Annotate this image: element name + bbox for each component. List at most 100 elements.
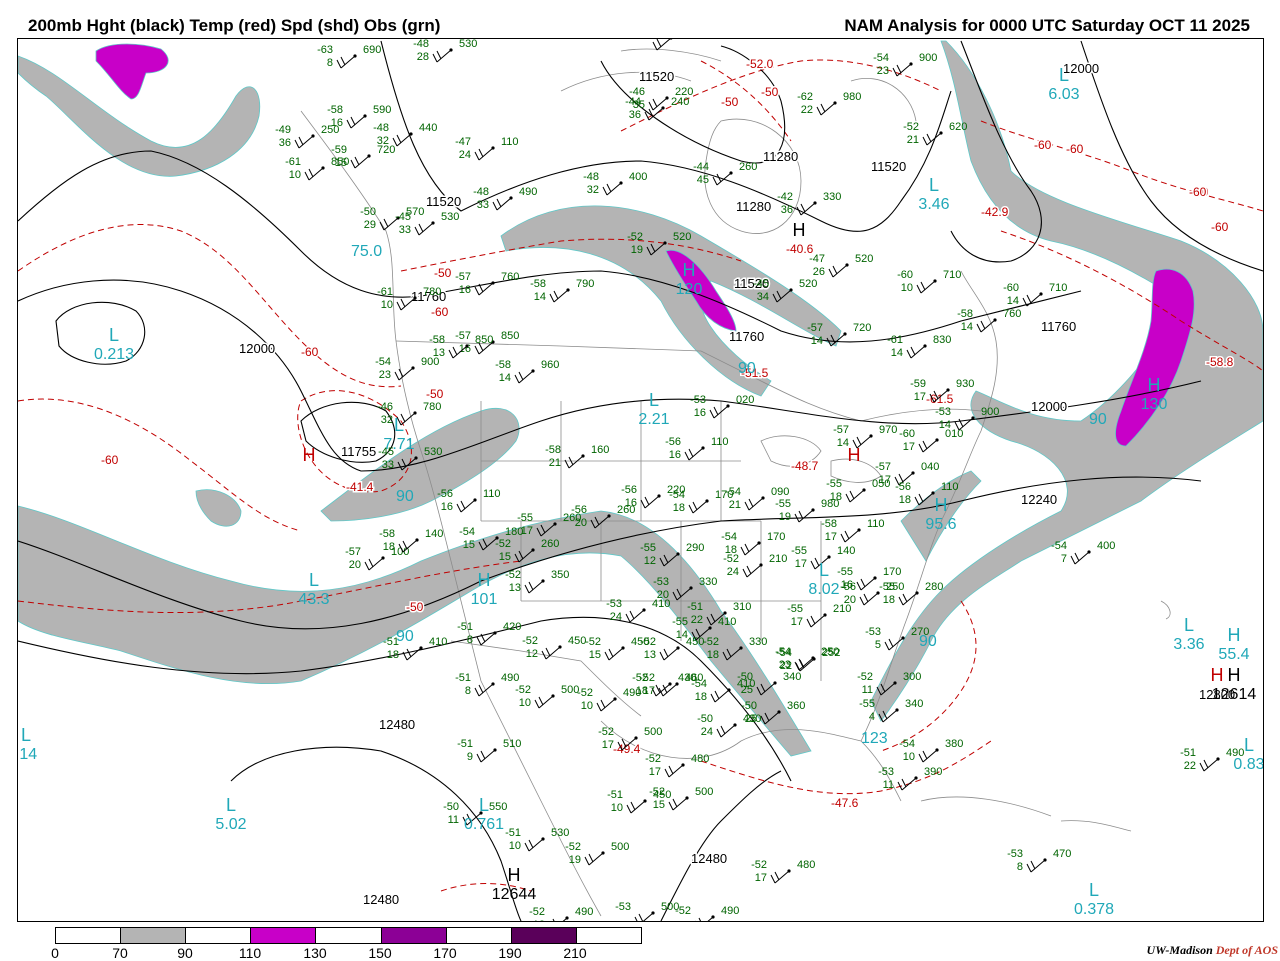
center-letter: L — [226, 795, 236, 815]
station-dewpoint-depression: 18 — [883, 594, 895, 606]
station-height: 760 — [501, 271, 519, 283]
wind-barb — [1199, 758, 1219, 772]
credit-dept: Dept of AOS — [1215, 943, 1278, 957]
wind-barb — [549, 289, 569, 303]
station-height: 450 — [568, 635, 586, 647]
station-height: 520 — [799, 278, 817, 290]
station-plot: -44 260 45 — [693, 161, 757, 186]
station-height: 250 — [321, 124, 339, 136]
station-plot: -47 110 24 — [455, 136, 518, 161]
temperature-label: -41.4 — [346, 480, 374, 494]
station-height: 490 — [623, 687, 641, 699]
station-height: 530 — [551, 827, 569, 839]
center-value: 95.6 — [925, 516, 956, 533]
station-height: 290 — [686, 542, 704, 554]
station-temperature: -59 — [331, 144, 347, 156]
station-temperature: -60 — [897, 269, 913, 281]
station-dewpoint-depression: 13 — [509, 582, 521, 594]
jet-max-alaska — [95, 43, 169, 100]
station-temperature: -53 — [1007, 848, 1023, 860]
speed-label: 90 — [738, 360, 756, 377]
station-dewpoint-depression: 8 — [327, 57, 333, 69]
temperature-label: -50 — [426, 387, 444, 401]
wind-barb — [396, 297, 416, 311]
station-dewpoint-depression: 15 — [499, 551, 511, 563]
wind-barb — [688, 500, 708, 514]
station-height: 930 — [956, 378, 974, 390]
station-plot: -57 10020 — [345, 546, 409, 571]
temperature-label: -60 — [301, 345, 319, 359]
center-letter: H — [1228, 665, 1241, 685]
station-height: 410 — [718, 616, 736, 628]
station-temperature: -44 — [693, 161, 709, 173]
station-plot: -54 25222 — [776, 647, 840, 672]
station-temperature: -50 — [737, 671, 753, 683]
legend-label: 150 — [368, 945, 392, 961]
us-mexico-border — [450, 640, 642, 717]
station-temperature: -46 — [377, 401, 393, 413]
station-height: 140 — [425, 528, 443, 540]
speed-legend — [55, 927, 642, 944]
wind-barb — [640, 495, 660, 509]
station-height: 710 — [943, 269, 961, 281]
station-height: 430 — [743, 713, 761, 725]
station-height: 110 — [711, 436, 729, 448]
station-plot: -60 010 17 — [899, 428, 963, 453]
legend-swatch — [511, 928, 577, 943]
station-height: 550 — [489, 801, 507, 813]
station-temperature: -54 — [375, 356, 391, 368]
station-plot: -58 160 21 — [545, 444, 609, 469]
station-height: 450 — [686, 636, 704, 648]
station-dewpoint-depression: 10 — [381, 299, 393, 311]
station-temperature: -55 — [787, 603, 803, 615]
isotherm-minus-50-north — [700, 60, 792, 142]
station-temperature: -56 — [665, 436, 681, 448]
station-height: 620 — [949, 121, 967, 133]
station-plot: -52 350 13 — [505, 569, 569, 594]
wind-barb — [744, 497, 764, 511]
station-temperature: -52 — [639, 672, 655, 684]
station-temperature: -61 — [285, 156, 301, 168]
station-dewpoint-depression: 20 — [575, 517, 587, 529]
station-temperature: -55 — [826, 478, 842, 490]
center-value: 12614 — [1212, 686, 1257, 703]
wind-barb — [492, 197, 512, 211]
wind-barb — [474, 147, 494, 161]
station-dewpoint-depression: 14 — [1007, 295, 1019, 307]
height-label: 11280 — [763, 149, 798, 164]
station-dewpoint-depression: 8 — [467, 634, 473, 646]
station-height: 490 — [519, 186, 537, 198]
wind-barb — [476, 749, 496, 763]
wind-barb — [806, 614, 826, 628]
center-value: 130 — [1141, 396, 1168, 413]
legend-swatch — [186, 928, 252, 943]
station-temperature: -54 — [721, 531, 737, 543]
station-dewpoint-depression: 15 — [589, 649, 601, 661]
wind-barb — [604, 647, 624, 661]
station-height: 110 — [483, 488, 501, 500]
station-height: 340 — [905, 698, 923, 710]
station-dewpoint-depression: 10 — [611, 802, 623, 814]
height-label: 11520 — [871, 159, 906, 174]
station-dewpoint-depression: 7 — [1061, 553, 1067, 565]
station-temperature: -52 — [495, 538, 511, 550]
station-height: 690 — [363, 44, 381, 56]
station-dewpoint-depression: 26 — [813, 266, 825, 278]
station-height: 390 — [924, 766, 942, 778]
station-plot: -52 490 12 — [529, 906, 593, 921]
station-height: 760 — [1003, 308, 1021, 320]
center-value: 5.02 — [215, 816, 246, 833]
station-temperature: -52 — [522, 635, 538, 647]
station-dewpoint-depression: 15 — [653, 799, 665, 811]
station-temperature: -54 — [725, 486, 741, 498]
wind-barb — [402, 647, 422, 661]
station-plot: -49 250 36 — [275, 124, 339, 149]
station-plot: -60 710 14 — [1003, 282, 1067, 307]
credit-org: UW-Madison — [1146, 943, 1213, 957]
station-temperature: -52 — [515, 684, 531, 696]
temperature-label: -48.7 — [791, 459, 819, 473]
center-value: 0.83 — [1233, 756, 1263, 773]
station-plot: -53 410 24 — [606, 598, 670, 623]
credit-text: UW-Madison Dept of AOS — [1147, 943, 1278, 958]
station-height: 720 — [377, 144, 395, 156]
